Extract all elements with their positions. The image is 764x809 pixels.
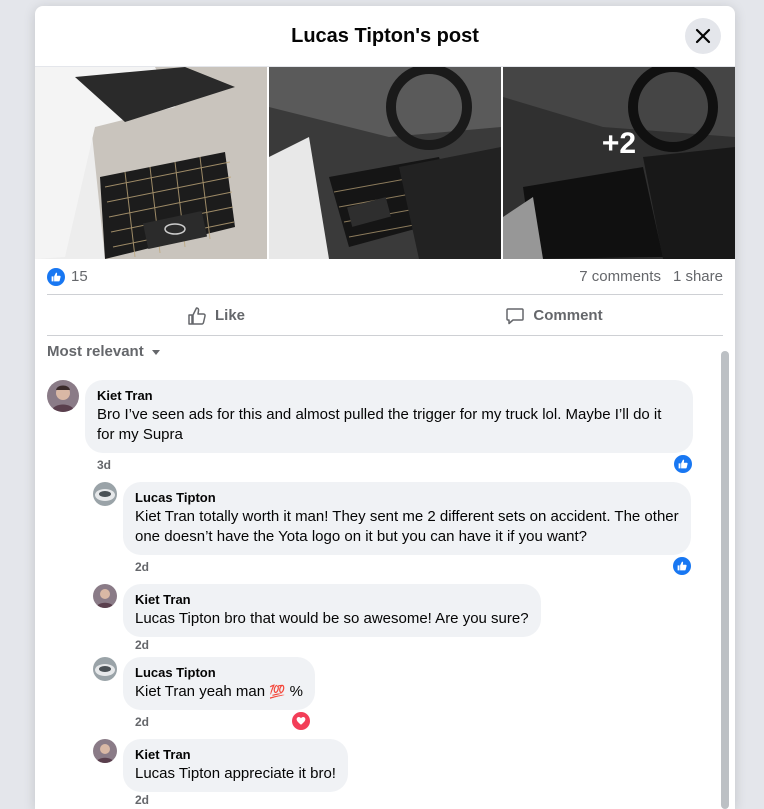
reply-item: Lucas Tipton Kiet Tran totally worth it … [93,482,691,555]
share-count-link[interactable]: 1 share [673,268,723,285]
love-reaction-icon[interactable] [290,710,312,732]
commenter-name[interactable]: Kiet Tran [135,592,529,607]
like-reaction-icon[interactable] [672,453,694,475]
thumbs-up-icon [188,306,206,325]
reply-item: Lucas Tipton Kiet Tran yeah man 💯 % [93,657,315,710]
modal-header: Lucas Tipton's post [35,6,735,67]
post-modal: Lucas Tipton's post +2 15 7 comments 1 s… [35,6,735,809]
sort-dropdown[interactable]: Most relevant [47,343,162,360]
reply-item: Kiet Tran Lucas Tipton bro that would be… [93,584,541,637]
comment-timestamp[interactable]: 2d [135,793,149,807]
comment-count-link[interactable]: 7 comments [579,268,661,285]
comment-text: Lucas Tipton bro that would be so awesom… [135,610,529,627]
commenter-name[interactable]: Lucas Tipton [135,490,679,505]
reply-item: Kiet Tran Lucas Tipton appreciate it bro… [93,739,348,792]
car-mat-photo-1 [35,67,267,259]
hundred-points-emoji: 💯 [269,684,286,699]
reaction-summary[interactable]: 15 [47,267,88,286]
car-interior-photo-2 [269,67,501,259]
comment-label: Comment [533,307,603,324]
comment-text: Kiet Tran totally worth it man! They sen… [135,508,679,545]
post-photo-3[interactable]: +2 [503,67,735,259]
avatar[interactable] [93,657,117,681]
commenter-name[interactable]: Kiet Tran [135,747,336,762]
reaction-count: 15 [71,268,88,285]
photo-grid: +2 [35,67,735,259]
post-photo-1[interactable] [35,67,267,259]
comment-text-suffix: % [285,683,303,700]
commenter-name[interactable]: Lucas Tipton [135,665,303,680]
more-photos-count: +2 [601,127,637,160]
more-photos-overlay[interactable]: +2 [503,67,735,259]
close-button[interactable] [685,18,721,54]
commenter-name[interactable]: Kiet Tran [97,388,681,403]
comment-icon [506,307,525,324]
comment-timestamp[interactable]: 3d [97,458,111,472]
comment-text: Kiet Tran yeah man 💯 % [135,682,303,702]
comment-bubble: Kiet Tran Bro I’ve seen ads for this and… [85,380,693,453]
avatar[interactable] [93,584,117,608]
like-reaction-icon[interactable] [671,555,693,577]
comment-timestamp[interactable]: 2d [135,560,149,574]
comment-bubble: Kiet Tran Lucas Tipton appreciate it bro… [123,739,348,792]
comment-timestamp[interactable]: 2d [135,638,149,652]
comment-bubble: Kiet Tran Lucas Tipton bro that would be… [123,584,541,637]
comment-bubble: Lucas Tipton Kiet Tran yeah man 💯 % [123,657,315,710]
post-photo-2[interactable] [269,67,501,259]
avatar[interactable] [93,739,117,763]
scrollbar[interactable] [721,351,729,809]
avatar[interactable] [93,482,117,506]
comment-button[interactable]: Comment [385,296,723,335]
caret-down-icon [151,349,160,355]
like-reaction-icon [47,267,65,286]
like-label: Like [214,307,245,324]
page-title: Lucas Tipton's post [291,24,479,47]
avatar[interactable] [47,380,79,412]
comment-bubble: Lucas Tipton Kiet Tran totally worth it … [123,482,691,555]
comment-text: Lucas Tipton appreciate it bro! [135,765,336,782]
comment-text-prefix: Kiet Tran yeah man [135,683,270,700]
comment-timestamp[interactable]: 2d [135,715,149,729]
close-icon [695,28,711,44]
post-actions: Like Comment [47,296,723,336]
like-button[interactable]: Like [47,296,385,335]
comment-text: Bro I’ve seen ads for this and almost pu… [97,406,662,443]
sort-label: Most relevant [47,343,144,360]
post-stats: 15 7 comments 1 share [47,259,723,295]
comment-item: Kiet Tran Bro I’ve seen ads for this and… [47,380,693,453]
